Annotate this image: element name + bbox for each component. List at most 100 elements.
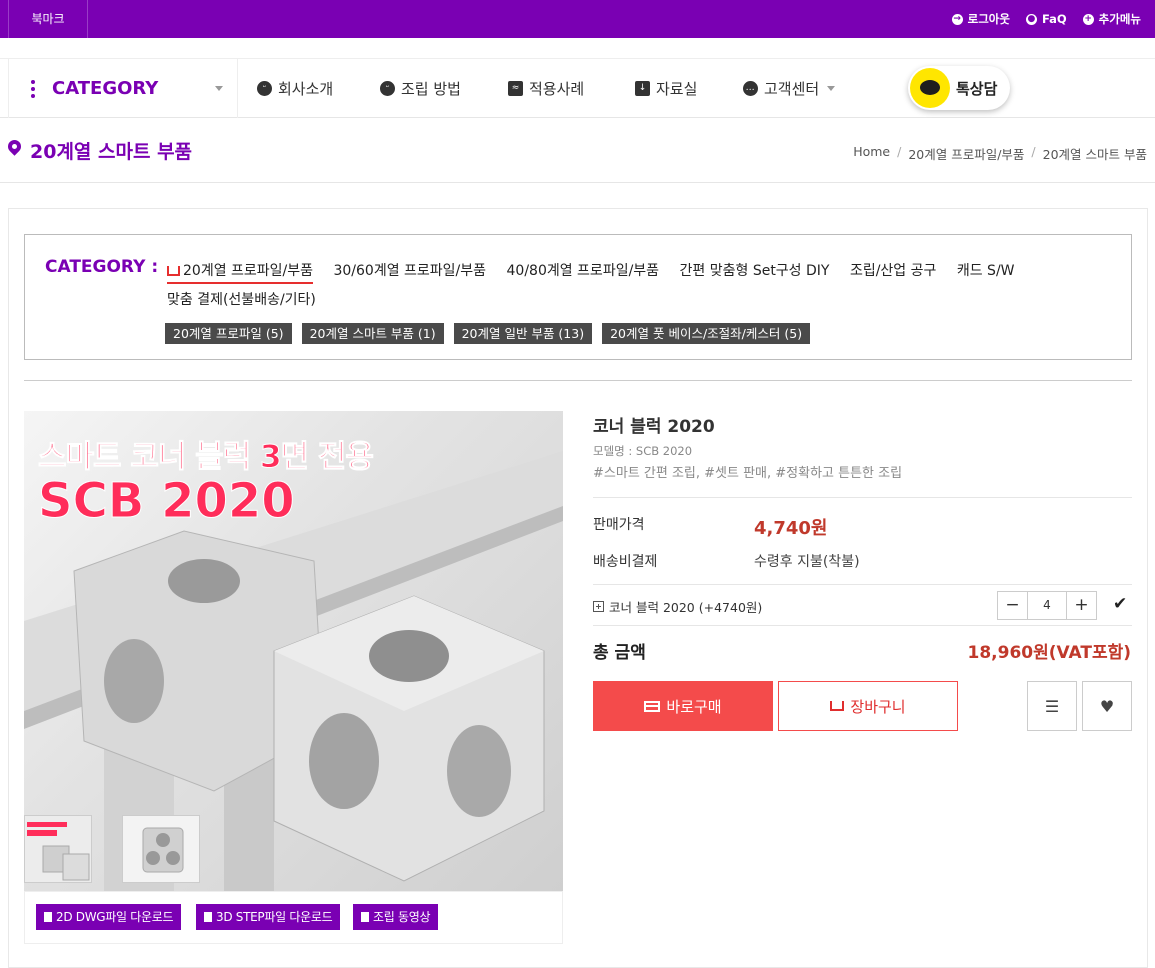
nav-item-assembly[interactable]: ᵕ 조립 방법 — [380, 59, 461, 118]
page-title-bar: 20계열 스마트 부품 Home / 20계열 프로파일/부품 / 20계열 스마트… — [0, 118, 1155, 183]
category-link-label: 20계열 프로파일/부품 — [183, 263, 314, 279]
category-link-20-series[interactable]: 20계열 프로파일/부품 — [167, 260, 314, 284]
nav-item-label: 적용사례 — [529, 80, 585, 98]
logout-link[interactable]: → 로그아웃 — [951, 11, 1010, 27]
category-link-30-60-series[interactable]: 30/60계열 프로파일/부품 — [333, 257, 486, 286]
breadcrumb-item[interactable]: 20계열 프로파일/부품 — [908, 144, 1024, 163]
breadcrumb-separator: / — [897, 144, 902, 159]
top-bar-links: → 로그아웃 ● FaQ + 추가메뉴 — [951, 0, 1141, 38]
nav-item-company[interactable]: ᵕ 회사소개 — [257, 59, 333, 118]
check-icon[interactable]: ✔ — [1113, 594, 1127, 614]
subcategory-tag[interactable]: 20계열 풋 베이스/조절좌/케스터 (5) — [602, 323, 811, 344]
credit-card-icon — [644, 700, 661, 712]
subcategory-tag[interactable]: 20계열 일반 부품 (13) — [453, 323, 593, 344]
divider — [593, 584, 1132, 585]
category-link-tools[interactable]: 조립/산업 공구 — [850, 257, 936, 286]
product-name: 코너 블럭 2020 — [593, 417, 715, 437]
caret-down-icon — [827, 86, 836, 91]
price-value: 4,740원 — [754, 518, 828, 539]
buy-now-button[interactable]: 바로구매 — [593, 681, 773, 731]
total-label: 총 금액 — [593, 643, 646, 663]
product-model: 모델명 : SCB 2020 — [593, 444, 693, 458]
download-bar: 2D DWG파일 다운로드 3D STEP파일 다운로드 조립 동영상 — [24, 891, 563, 944]
quantity-stepper: − 4 + — [997, 591, 1097, 620]
subcategory-tag[interactable]: 20계열 스마트 부품 (1) — [301, 323, 444, 344]
user-icon: ● — [1025, 13, 1037, 25]
cart-icon — [167, 266, 180, 276]
buy-now-label: 바로구매 — [666, 697, 722, 716]
faq-label: FaQ — [1041, 12, 1067, 26]
breadcrumb: Home / 20계열 프로파일/부품 / 20계열 스마트 부품 — [853, 144, 1147, 163]
divider — [593, 497, 1132, 498]
file-icon — [361, 912, 369, 922]
kakao-chat-label: 톡상담 — [956, 80, 998, 98]
image-headline: 스마트 코너 블럭 3면 전용 — [38, 439, 375, 476]
category-dropdown[interactable]: CATEGORY — [8, 59, 238, 118]
more-menu-link[interactable]: + 추가메뉴 — [1082, 11, 1141, 27]
category-box: CATEGORY : 20계열 프로파일/부품 30/60계열 프로파일/부품 … — [24, 234, 1132, 360]
vertical-dots-icon — [31, 80, 35, 98]
total-value: 18,960원(VAT포함) — [967, 643, 1132, 663]
decrease-button[interactable]: − — [998, 592, 1027, 619]
subcategory-tag[interactable]: 20계열 프로파일 (5) — [165, 323, 292, 344]
assembly-video-button[interactable]: 조립 동영상 — [353, 904, 439, 930]
caret-down-icon — [215, 86, 223, 91]
logout-label: 로그아웃 — [967, 12, 1010, 26]
download-step-button[interactable]: 3D STEP파일 다운로드 — [196, 904, 341, 930]
nav-item-label: 자료실 — [656, 80, 698, 98]
plus-circle-icon: + — [1082, 13, 1094, 25]
increase-button[interactable]: + — [1067, 592, 1096, 619]
shipping-label: 배송비결제 — [593, 554, 658, 570]
smile-icon: ᵕ — [257, 81, 272, 96]
breadcrumb-home[interactable]: Home — [853, 144, 890, 163]
add-to-cart-label: 장바구니 — [850, 697, 906, 716]
checklist-icon: ☰ — [1044, 696, 1060, 716]
option-row: 코너 블럭 2020 (+4740원) — [593, 597, 762, 616]
shipping-value: 수령후 지불(착불) — [754, 554, 860, 570]
compare-list-button[interactable]: ☰ — [1027, 681, 1077, 731]
nav-item-label: 회사소개 — [278, 80, 334, 98]
divider — [24, 380, 1132, 381]
nav-item-support[interactable]: … 고객센터 — [743, 59, 836, 118]
thumbnail-image — [25, 816, 91, 882]
breadcrumb-current[interactable]: 20계열 스마트 부품 — [1043, 144, 1147, 163]
nav-item-cases[interactable]: ≈ 적용사례 — [508, 59, 584, 118]
breadcrumb-separator: / — [1031, 144, 1036, 159]
file-icon — [204, 912, 212, 922]
option-label: 코너 블럭 2020 (+4740원) — [609, 600, 763, 615]
download-label: 조립 동영상 — [373, 910, 431, 924]
faq-link[interactable]: ● FaQ — [1025, 12, 1067, 26]
nav-item-resources[interactable]: ↓ 자료실 — [635, 59, 697, 118]
kakao-chat-button[interactable]: 톡상담 — [908, 66, 1010, 110]
thumbnail-image — [123, 816, 199, 882]
quantity-input[interactable]: 4 — [1027, 592, 1067, 619]
category-link-diy-set[interactable]: 간편 맞춤형 Set구성 DIY — [680, 257, 830, 286]
category-link-40-80-series[interactable]: 40/80계열 프로파일/부품 — [507, 257, 660, 286]
image-product-code: SCB 2020 — [38, 473, 296, 530]
category-links: 20계열 프로파일/부품 30/60계열 프로파일/부품 40/80계열 프로파… — [167, 257, 1107, 315]
download-icon: ↓ — [635, 81, 650, 96]
kakao-talk-icon — [910, 68, 950, 108]
download-dwg-button[interactable]: 2D DWG파일 다운로드 — [36, 904, 182, 930]
divider — [593, 625, 1132, 626]
bookmark-link[interactable]: 북마크 — [8, 0, 88, 38]
category-box-label: CATEGORY : — [45, 257, 159, 277]
thumbnail-list — [24, 815, 200, 883]
more-menu-label: 추가메뉴 — [1098, 12, 1141, 26]
cart-icon — [830, 701, 845, 711]
download-label: 3D STEP파일 다운로드 — [216, 910, 333, 924]
chat-icon: … — [743, 81, 758, 96]
category-link-cad[interactable]: 캐드 S/W — [957, 257, 1015, 286]
map-pin-icon — [5, 137, 24, 156]
price-label: 판매가격 — [593, 517, 645, 533]
subcategory-tags: 20계열 프로파일 (5) 20계열 스마트 부품 (1) 20계열 일반 부품… — [165, 323, 811, 344]
page-title: 20계열 스마트 부품 — [30, 141, 193, 163]
add-to-cart-button[interactable]: 장바구니 — [778, 681, 958, 731]
thumbnail-1[interactable] — [24, 815, 92, 883]
category-link-custom-payment[interactable]: 맞춤 결제(선불배송/기타) — [167, 286, 316, 315]
wishlist-button[interactable]: ♥ — [1082, 681, 1132, 731]
nav-item-label: 고객센터 — [764, 80, 820, 98]
nav-item-label: 조립 방법 — [401, 80, 461, 98]
thumbnail-2[interactable] — [122, 815, 200, 883]
download-label: 2D DWG파일 다운로드 — [56, 910, 174, 924]
